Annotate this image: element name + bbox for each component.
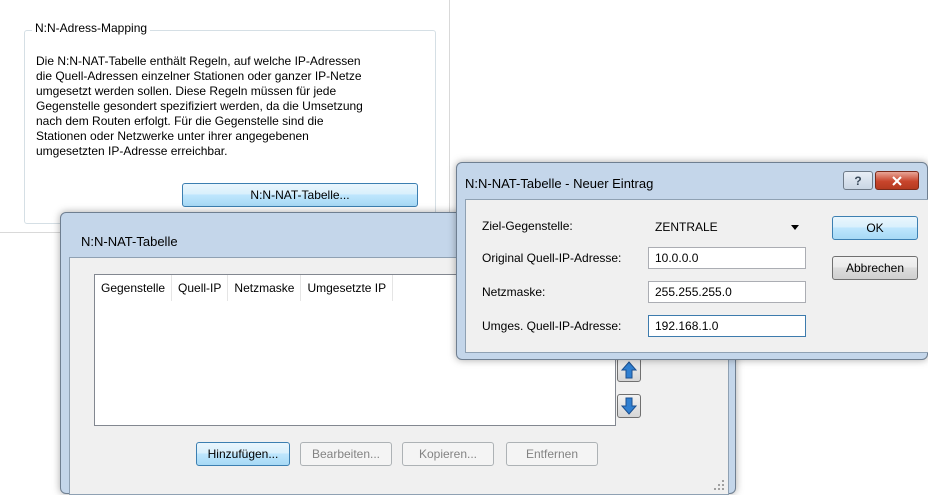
move-up-button[interactable] (617, 358, 641, 382)
edit-button[interactable]: Bearbeiten... (300, 442, 392, 466)
target-label: Ziel-Gegenstelle: (482, 219, 573, 233)
target-select[interactable]: ZENTRALE (648, 216, 806, 238)
netmask-field[interactable]: 255.255.255.0 (648, 281, 806, 303)
dialog-title: N:N-NAT-Tabelle - Neuer Eintrag (465, 176, 654, 191)
dialog-client-area: Ziel-Gegenstelle: ZENTRALE Original Quel… (465, 199, 928, 353)
open-nat-table-button[interactable]: N:N-NAT-Tabelle... (182, 183, 418, 207)
move-down-button[interactable] (617, 394, 641, 418)
column-header-netzmaske[interactable]: Netzmaske (228, 275, 302, 301)
group-title: N:N-Adress-Mapping (32, 20, 151, 36)
remove-button[interactable]: Entfernen (506, 442, 598, 466)
ok-button[interactable]: OK (832, 216, 918, 240)
close-icon (892, 175, 902, 186)
column-header-quell-ip[interactable]: Quell-IP (172, 275, 229, 301)
copy-button[interactable]: Kopieren... (402, 442, 494, 466)
add-button[interactable]: Hinzufügen... (196, 442, 290, 466)
column-header-umgesetzte-ip[interactable]: Umgesetzte IP (301, 275, 394, 301)
resize-grip-icon[interactable] (713, 479, 725, 491)
help-icon: ? (854, 173, 862, 188)
source-ip-field[interactable]: 10.0.0.0 (648, 247, 806, 269)
netmask-label: Netzmaske: (482, 285, 546, 299)
chevron-down-icon[interactable] (791, 225, 799, 230)
mapped-ip-label: Umges. Quell-IP-Adresse: (482, 319, 622, 333)
group-description: Die N:N-NAT-Tabelle enthält Regeln, auf … (36, 54, 363, 158)
settings-page: N:N-Adress-Mapping Die N:N-NAT-Tabelle e… (0, 0, 450, 233)
list-header: Gegenstelle Quell-IP Netzmaske Umgesetzt… (95, 275, 394, 301)
arrow-up-icon (621, 361, 637, 379)
column-header-gegenstelle[interactable]: Gegenstelle (95, 275, 173, 301)
target-select-value: ZENTRALE (655, 220, 718, 234)
source-ip-label: Original Quell-IP-Adresse: (482, 251, 622, 265)
arrow-down-icon (621, 397, 637, 415)
mapped-ip-field[interactable]: 192.168.1.0 (648, 315, 806, 337)
new-entry-dialog: N:N-NAT-Tabelle - Neuer Eintrag ? Ziel-G… (456, 162, 928, 360)
close-button[interactable] (875, 171, 919, 190)
help-button[interactable]: ? (843, 171, 873, 190)
cancel-button[interactable]: Abbrechen (832, 256, 918, 280)
window-title: N:N-NAT-Tabelle (81, 234, 178, 249)
